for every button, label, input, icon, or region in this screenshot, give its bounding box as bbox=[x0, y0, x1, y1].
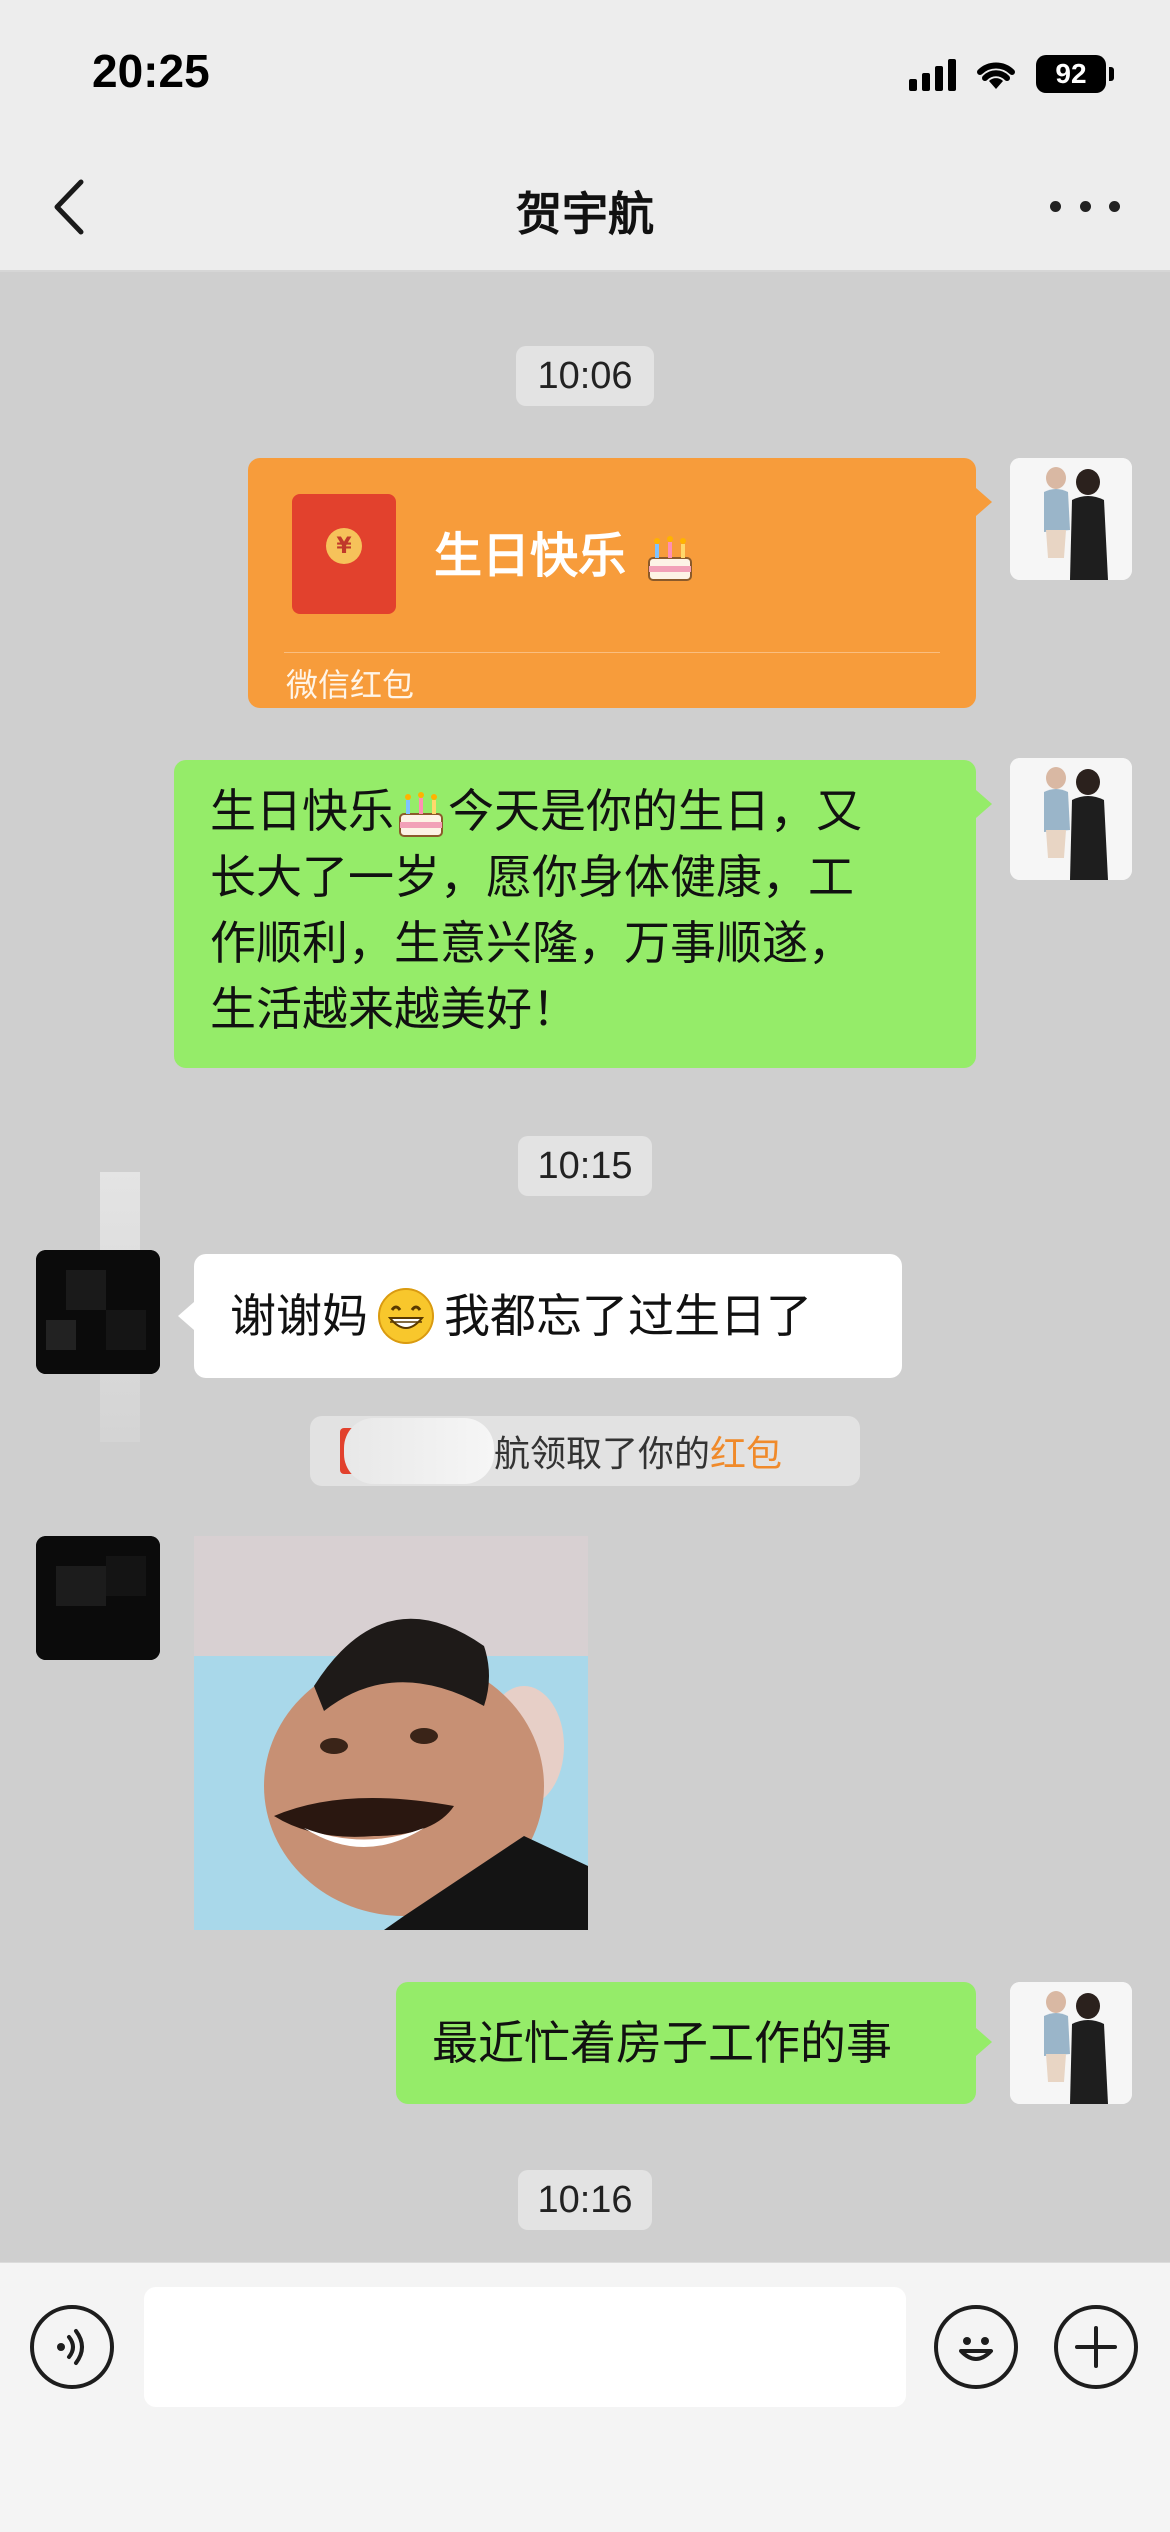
wechat-chat-screen: 20:25 92 贺宇航 10:06 ¥ 生日快乐 微信红包 生日快乐 今天是你… bbox=[0, 0, 1170, 2532]
top-bar: 20:25 92 贺宇航 bbox=[0, 0, 1170, 272]
red-packet-title-text: 生日快乐 bbox=[434, 528, 627, 584]
reply-text: 我都忘了过生日了 bbox=[444, 1289, 812, 1343]
bubble-tail bbox=[976, 790, 992, 818]
contact-avatar[interactable] bbox=[36, 1250, 160, 1374]
status-icons: 92 bbox=[909, 52, 1114, 96]
sticker-image bbox=[194, 1536, 588, 1930]
input-bar bbox=[0, 2262, 1170, 2532]
wifi-icon bbox=[977, 62, 1015, 89]
battery-icon: 92 bbox=[1036, 55, 1106, 93]
grinning-face-emoji bbox=[378, 1288, 434, 1344]
busy-message-bubble[interactable]: 最近忙着房子工作的事 bbox=[396, 1982, 976, 2104]
timestamp: 10:06 bbox=[516, 346, 654, 406]
my-avatar[interactable] bbox=[1010, 1982, 1132, 2104]
more-actions-button[interactable] bbox=[1054, 2305, 1138, 2389]
chat-title: 贺宇航 bbox=[516, 187, 654, 241]
pixelated-avatar-icon bbox=[36, 1250, 160, 1374]
signal-icon bbox=[909, 57, 956, 91]
more-dots-icon bbox=[1050, 200, 1061, 212]
timestamp: 10:15 bbox=[518, 1136, 652, 1196]
battery-nub bbox=[1109, 67, 1114, 81]
voice-button[interactable] bbox=[30, 2305, 114, 2389]
funny-face-sticker[interactable] bbox=[194, 1536, 588, 1930]
notice-text: 航领取了你的 bbox=[494, 1434, 711, 1475]
more-button[interactable] bbox=[1050, 190, 1120, 222]
greeting-line: 生活越来越美好！ bbox=[210, 982, 578, 1036]
plus-icon bbox=[1075, 2326, 1117, 2368]
bubble-tail bbox=[976, 2028, 992, 2056]
greeting-text: 今天是你的生日，又 bbox=[448, 784, 862, 838]
birthday-cake-emoji bbox=[647, 536, 692, 581]
bubble-tail bbox=[178, 1302, 194, 1330]
more-dot bbox=[1109, 200, 1120, 212]
yuan-coin-icon: ¥ bbox=[326, 528, 362, 564]
red-packet-title: 生日快乐 bbox=[434, 516, 697, 586]
more-dot bbox=[1079, 200, 1091, 212]
red-packet-icon: ¥ bbox=[292, 494, 396, 614]
blurred-name bbox=[344, 1418, 494, 1484]
red-packet-link[interactable]: 红包 bbox=[710, 1425, 782, 1477]
greeting-text: 生日快乐 bbox=[210, 784, 394, 838]
emoji-icon bbox=[959, 2337, 993, 2361]
birthday-greeting-bubble[interactable]: 生日快乐 今天是你的生日，又 长大了一岁，愿你身体健康，工 作顺利，生意兴隆，万… bbox=[174, 760, 976, 1068]
greeting-line: 长大了一岁，愿你身体健康，工 bbox=[210, 850, 854, 904]
mother-child-photo-icon bbox=[1010, 1982, 1132, 2104]
red-packet-divider bbox=[284, 652, 940, 653]
chat-area[interactable]: 10:06 ¥ 生日快乐 微信红包 生日快乐 今天是你的生日，又 长大了一岁，愿… bbox=[0, 272, 1170, 2262]
red-packet-label: 微信红包 bbox=[286, 666, 415, 704]
status-time: 20:25 bbox=[92, 45, 210, 97]
reply-text: 谢谢妈 bbox=[230, 1289, 368, 1343]
voice-icon bbox=[57, 2329, 84, 2365]
bubble-tail bbox=[976, 488, 992, 516]
greeting-line: 生日快乐 今天是你的生日，又 bbox=[210, 778, 940, 844]
timestamp: 10:16 bbox=[518, 2170, 652, 2230]
my-avatar[interactable] bbox=[1010, 458, 1132, 580]
message-input[interactable] bbox=[144, 2287, 906, 2407]
mother-child-photo-icon bbox=[1010, 758, 1132, 880]
greeting-line: 作顺利，生意兴隆，万事顺遂， bbox=[210, 916, 854, 970]
thanks-bubble[interactable]: 谢谢妈 我都忘了过生日了 bbox=[194, 1254, 902, 1378]
contact-avatar[interactable] bbox=[36, 1536, 160, 1660]
red-packet-message[interactable]: ¥ 生日快乐 微信红包 bbox=[248, 458, 976, 708]
emoji-button[interactable] bbox=[934, 2305, 1018, 2389]
red-packet-received-notice: 航领取了你的 红包 bbox=[310, 1416, 860, 1486]
message-text: 最近忙着房子工作的事 bbox=[432, 2016, 892, 2070]
pixelated-avatar-icon bbox=[36, 1536, 160, 1660]
my-avatar[interactable] bbox=[1010, 758, 1132, 880]
birthday-cake-emoji bbox=[399, 791, 443, 837]
mother-child-photo-icon bbox=[1010, 458, 1132, 580]
